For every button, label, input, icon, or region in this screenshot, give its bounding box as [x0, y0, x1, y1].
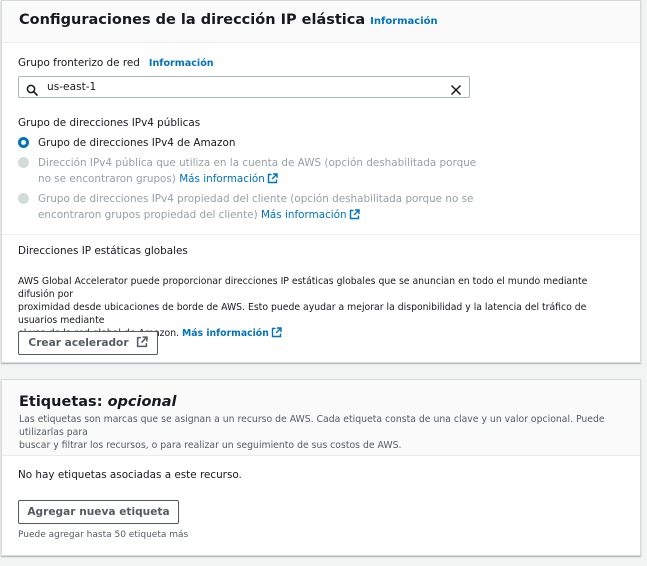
external-link-icon[interactable]: [271, 327, 282, 342]
search-icon: [26, 81, 38, 100]
radio-disabled-icon: [18, 157, 29, 168]
section-divider: [2, 234, 640, 235]
border-group-row: Grupo fronterizo de red Información: [18, 57, 214, 69]
external-link-icon[interactable]: [349, 209, 360, 225]
border-group-value[interactable]: us-east-1: [47, 81, 96, 93]
tags-title-main: Etiquetas:: [19, 394, 103, 410]
tags-desc-line1: Las etiquetas son marcas que se asignan …: [19, 414, 605, 438]
radio-disabled-icon: [18, 193, 29, 204]
eip-settings-header: Configuraciones de la dirección IP elást…: [2, 1, 640, 43]
tags-desc-line2: buscar y filtrar los recursos, o para re…: [19, 440, 402, 451]
pool-option-byoip-line2: no se encontraron grupos): [38, 173, 176, 185]
pool-option-coip-line2: encontraron grupos propiedad del cliente…: [38, 209, 258, 221]
coip-more-info-link[interactable]: Más información: [261, 209, 347, 221]
eip-settings-title: Configuraciones de la dirección IP elást…: [19, 12, 366, 28]
byoip-more-info-link[interactable]: Más información: [179, 173, 265, 185]
tags-title: Etiquetas: opcional: [19, 394, 630, 410]
pool-label: Grupo de direcciones IPv4 públicas: [18, 117, 201, 129]
pool-option-byoip-label: Dirección IPv4 pública que utiliza en la…: [38, 155, 476, 189]
tags-panel: Etiquetas: opcional Las etiquetas son ma…: [1, 379, 641, 556]
border-group-label: Grupo fronterizo de red: [18, 57, 140, 69]
tags-limit-hint: Puede agregar hasta 50 etiqueta más: [18, 530, 189, 540]
add-tag-label: Agregar nueva etiqueta: [27, 506, 170, 518]
global-ip-more-info-link[interactable]: Más información: [182, 328, 269, 339]
create-accelerator-label: Crear acelerador: [28, 337, 129, 349]
pool-option-coip-label: Grupo de direcciones IPv4 propiedad del …: [38, 191, 473, 225]
external-link-icon: [136, 335, 148, 351]
radio-checked-icon[interactable]: [18, 137, 29, 148]
pool-option-amazon-label: Grupo de direcciones IPv4 de Amazon: [38, 137, 236, 149]
pool-option-coip-line1: Grupo de direcciones IPv4 propiedad del …: [38, 193, 474, 205]
tags-header: Etiquetas: opcional Las etiquetas son ma…: [2, 380, 640, 456]
external-link-icon[interactable]: [267, 173, 278, 189]
eip-settings-panel: Configuraciones de la dirección IP elást…: [1, 0, 641, 363]
global-ip-desc-line1: AWS Global Accelerator puede proporciona…: [18, 276, 588, 300]
create-accelerator-button[interactable]: Crear acelerador: [18, 331, 158, 355]
tags-description: Las etiquetas son marcas que se asignan …: [19, 413, 634, 452]
eip-settings-info-link[interactable]: Información: [370, 16, 438, 27]
tags-title-optional: opcional: [107, 394, 177, 410]
pool-option-byoip-line1: Dirección IPv4 pública que utiliza en la…: [38, 157, 477, 169]
global-ip-desc-line2: proximidad desde ubicaciones de borde de…: [18, 302, 587, 326]
add-tag-button[interactable]: Agregar nueva etiqueta: [18, 500, 179, 524]
border-group-info-link[interactable]: Información: [149, 58, 214, 69]
clear-icon[interactable]: [450, 81, 462, 100]
border-group-search[interactable]: us-east-1: [18, 76, 470, 98]
global-ip-label: Direcciones IP estáticas globales: [18, 245, 188, 257]
tags-empty-text: No hay etiquetas asociadas a este recurs…: [18, 469, 242, 481]
